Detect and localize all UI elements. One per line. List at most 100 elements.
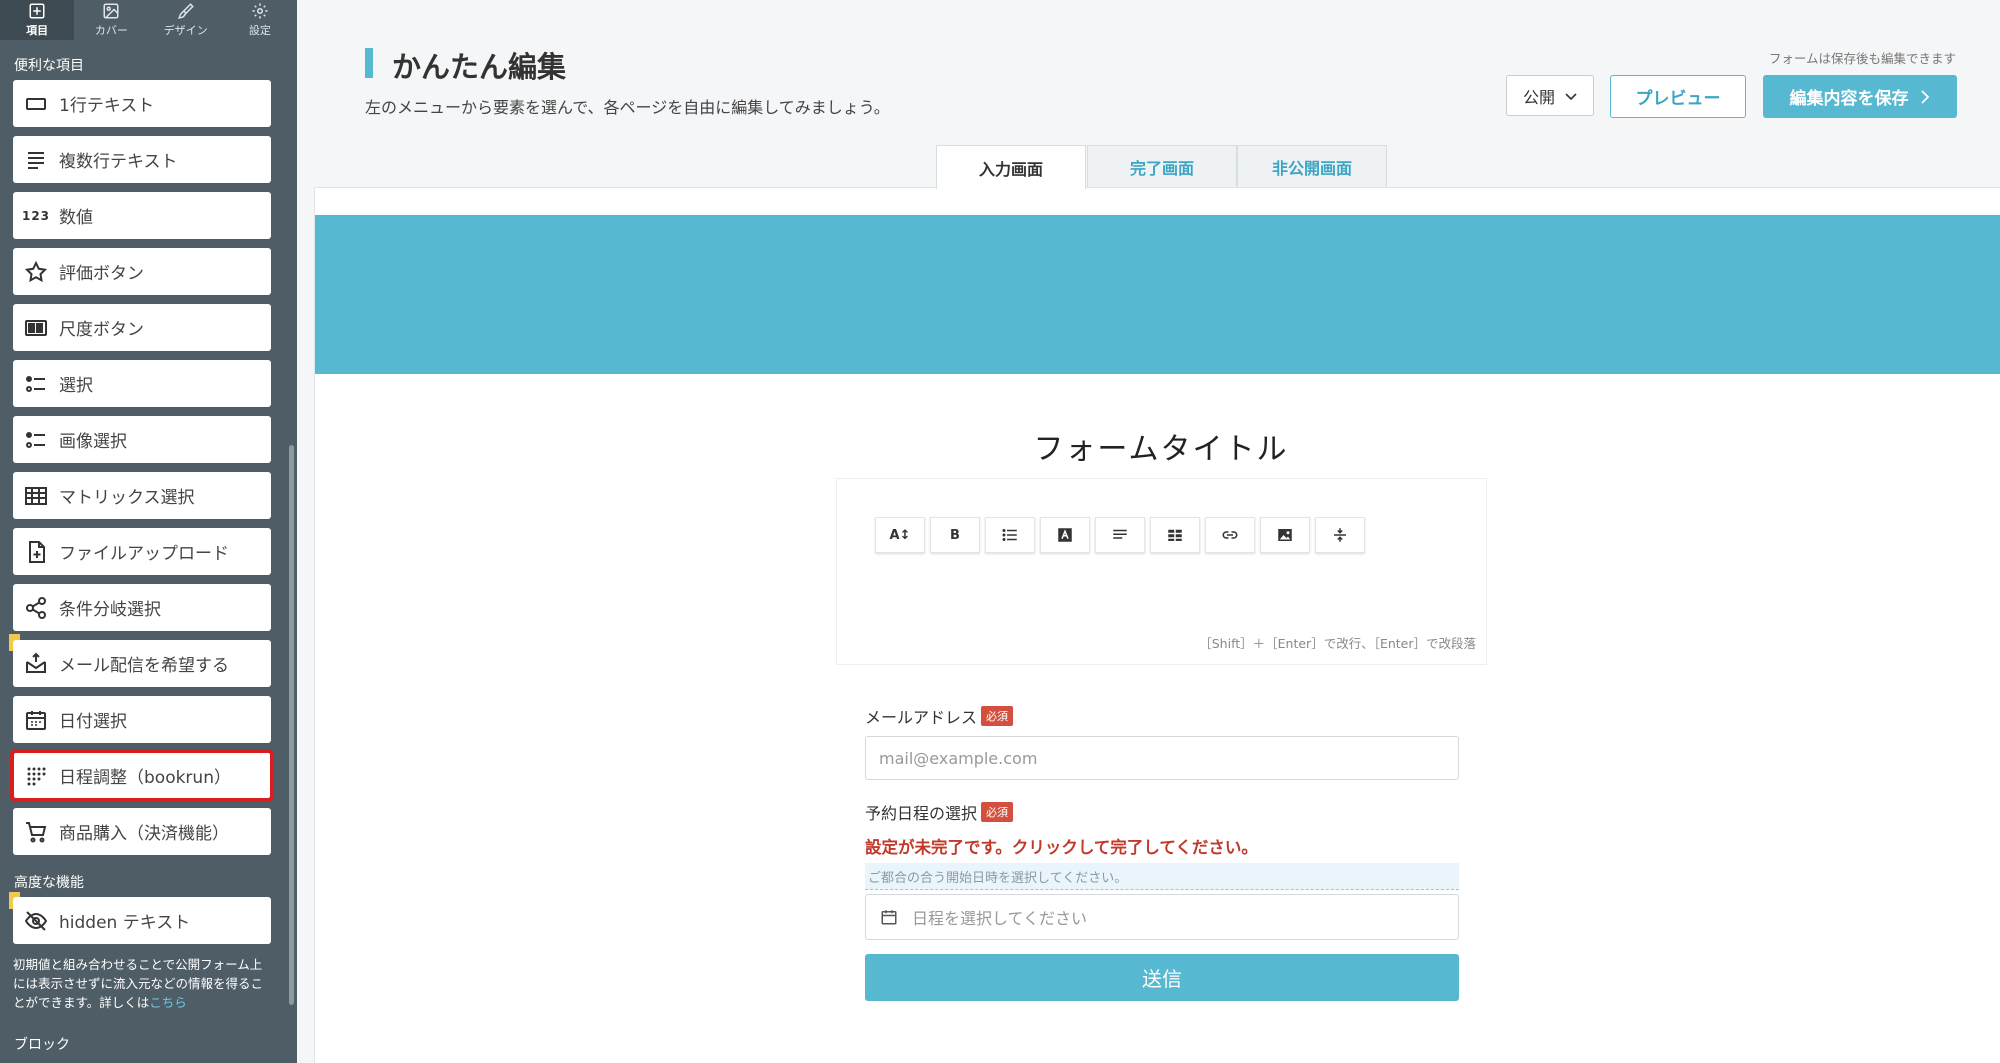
required-badge: 必須 — [981, 802, 1014, 822]
sidebar-item-single-line-text[interactable]: 1行テキスト — [13, 80, 271, 127]
image-icon — [74, 2, 148, 22]
sidebar-item-conditional[interactable]: 条件分岐選択 — [13, 584, 271, 631]
divider-icon[interactable] — [1315, 517, 1365, 553]
tab-input-screen[interactable]: 入力画面 — [936, 145, 1086, 189]
section-label-block: ブロック — [14, 1037, 70, 1053]
editor-hint: ［Shift］＋［Enter］で改行、［Enter］で改段落 — [1199, 636, 1476, 651]
sidebar-item-label: 条件分岐選択 — [59, 600, 161, 620]
bold-icon[interactable]: B — [930, 517, 980, 553]
required-badge: 必須 — [981, 706, 1014, 726]
sidebar-tab-items[interactable]: 項目 — [0, 0, 75, 40]
sidebar-item-label: 画像選択 — [59, 432, 127, 452]
sidebar-item-label: 1行テキスト — [59, 96, 155, 116]
sidebar-item-date[interactable]: 日付選択 — [13, 696, 271, 743]
brush-icon — [149, 2, 223, 22]
calendar-icon — [881, 910, 897, 925]
sidebar-item-select[interactable]: 選択 — [13, 360, 271, 407]
sidebar-item-scale[interactable]: 尺度ボタン — [13, 304, 271, 351]
submit-button[interactable]: 送信 — [865, 954, 1459, 1001]
date-field-label: 予約日程の選択 必須 — [865, 800, 1014, 824]
page-title: かんたん編集 — [392, 50, 567, 84]
editor-toolbar: A↕ B — [875, 517, 1365, 553]
sidebar-item-label: マトリックス選択 — [59, 488, 195, 508]
sidebar-tab-label: 設定 — [248, 24, 271, 37]
eye-off-icon — [23, 908, 49, 934]
sidebar-item-bookrun[interactable]: 日程調整（bookrun） — [10, 749, 274, 802]
tab-private-screen[interactable]: 非公開画面 — [1237, 145, 1387, 188]
sidebar-item-label: 日付選択 — [59, 712, 127, 732]
sidebar-tab-label: 項目 — [26, 24, 49, 37]
sidebar-item-label: メール配信を希望する — [59, 656, 229, 676]
sidebar-item-file-upload[interactable]: ファイルアップロード — [13, 528, 271, 575]
sidebar-item-matrix[interactable]: マトリックス選択 — [13, 472, 271, 519]
date-picker-field[interactable]: 日程を選択してください — [865, 894, 1459, 940]
mail-inbox-icon — [23, 651, 49, 677]
description-editor[interactable]: A↕ B ［Shift］＋［Enter］で改行、［Enter］で改段落 — [836, 478, 1487, 665]
bullet-list-icon[interactable] — [985, 517, 1035, 553]
number-icon: 123 — [21, 208, 51, 223]
date-placeholder: 日程を選択してください — [912, 909, 1088, 928]
multi-line-icon — [23, 147, 49, 173]
form-title[interactable]: フォームタイトル — [315, 424, 2000, 468]
sidebar-item-purchase[interactable]: 商品購入（決済機能） — [13, 808, 271, 855]
sidebar-tab-settings[interactable]: 設定 — [223, 0, 297, 40]
share-icon — [23, 595, 49, 621]
tab-complete-screen[interactable]: 完了画面 — [1087, 145, 1237, 188]
chevron-down-icon — [1565, 92, 1577, 100]
font-size-icon[interactable]: A↕ — [875, 517, 925, 553]
preview-button[interactable]: プレビュー — [1610, 75, 1746, 118]
sidebar-tab-label: カバー — [94, 24, 128, 37]
sidebar-item-multi-line-text[interactable]: 複数行テキスト — [13, 136, 271, 183]
cart-icon — [23, 819, 49, 845]
form-canvas: フォームタイトル A↕ B ［Shift］＋［Enter］で改行、［Enter］… — [314, 187, 2000, 1063]
date-hint[interactable]: ご都合の合う開始日時を選択してください。 — [865, 863, 1459, 890]
sidebar-scrollbar[interactable] — [289, 445, 294, 1005]
single-line-icon — [23, 91, 49, 117]
sidebar: 項目 カバー デザイン 設定 便利な項目 1行テキスト 複数行テキスト 123 … — [0, 0, 297, 1063]
sidebar-item-image-select[interactable]: 画像選択 — [13, 416, 271, 463]
setup-warning[interactable]: 設定が未完了です。クリックして完了してください。 — [865, 834, 1258, 858]
status-value: 公開 — [1523, 87, 1556, 107]
dot-grid-icon — [23, 763, 49, 789]
save-note: フォームは保存後も編集できます — [1768, 51, 1956, 66]
sidebar-item-label: 複数行テキスト — [59, 152, 178, 172]
hidden-text-note: 初期値と組み合わせることで公開フォーム上には表示させずに流入元などの情報を得るこ… — [13, 955, 273, 1012]
scale-icon — [23, 315, 49, 341]
sidebar-tabs: 項目 カバー デザイン 設定 — [0, 0, 297, 40]
link-icon[interactable] — [1205, 517, 1255, 553]
email-field-label: メールアドレス 必須 — [865, 704, 1014, 728]
sidebar-tab-cover[interactable]: カバー — [74, 0, 148, 40]
image-icon[interactable] — [1260, 517, 1310, 553]
note-text: 初期値と組み合わせることで公開フォーム上には表示させずに流入元などの情報を得るこ… — [13, 957, 264, 1010]
sidebar-item-label: 日程調整（bookrun） — [59, 768, 231, 788]
table-icon — [23, 483, 49, 509]
cover-banner[interactable] — [315, 215, 2000, 374]
email-label-text: メールアドレス — [865, 708, 978, 727]
sidebar-item-label: hidden テキスト — [59, 913, 191, 933]
save-button[interactable]: 編集内容を保存 — [1763, 75, 1957, 118]
sidebar-item-hidden-text[interactable]: hidden テキスト — [13, 897, 271, 944]
file-upload-icon — [23, 539, 49, 565]
note-link[interactable]: こちら — [149, 995, 187, 1010]
chevron-right-icon — [1920, 89, 1929, 104]
gear-icon — [223, 2, 297, 22]
section-label-convenient: 便利な項目 — [14, 58, 84, 74]
sidebar-item-label: 商品購入（決済機能） — [59, 824, 229, 844]
sidebar-item-mail-opt-in[interactable]: メール配信を希望する — [13, 640, 271, 687]
section-label-advanced: 高度な機能 — [14, 875, 84, 891]
sidebar-item-label: 尺度ボタン — [59, 320, 144, 340]
sidebar-item-number[interactable]: 123 数値 — [13, 192, 271, 239]
table-icon[interactable] — [1150, 517, 1200, 553]
save-button-label: 編集内容を保存 — [1789, 89, 1909, 109]
list-select-icon — [23, 371, 49, 397]
publish-status-select[interactable]: 公開 — [1506, 75, 1594, 116]
sidebar-item-label: ファイルアップロード — [59, 544, 229, 564]
text-color-icon[interactable] — [1040, 517, 1090, 553]
calendar-icon — [23, 707, 49, 733]
email-field[interactable]: mail@example.com — [865, 736, 1459, 780]
sidebar-item-rating[interactable]: 評価ボタン — [13, 248, 271, 295]
sidebar-item-label: 評価ボタン — [59, 264, 144, 284]
title-accent-bar — [365, 48, 373, 78]
align-icon[interactable] — [1095, 517, 1145, 553]
sidebar-tab-design[interactable]: デザイン — [149, 0, 223, 40]
